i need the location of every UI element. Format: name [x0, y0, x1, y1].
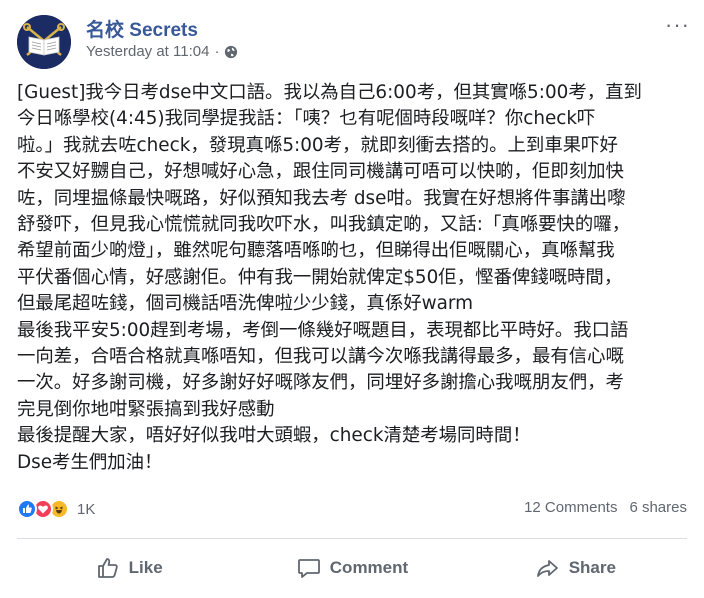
post-text: [Guest]我今日考dse中文口語。我以為自己6:00考，但其實喺5:00考，…: [17, 80, 693, 476]
comment-button[interactable]: Comment: [240, 540, 463, 596]
post-text-line: 希望前面少啲燈」，雖然呢句聽落唔喺啲乜，但睇得出佢嘅關心，真喺幫我: [17, 240, 615, 262]
post-meta: Yesterday at 11:04 ·: [86, 43, 238, 60]
meta-separator: ·: [214, 43, 220, 60]
like-label: Like: [128, 558, 163, 577]
reactions-summary[interactable]: 1K: [17, 496, 95, 522]
page-name-link[interactable]: 名校 Secrets: [86, 15, 198, 42]
post-text-line: 不安又好嬲自己，好想喊好心急，跟住同司機講可唔可以快啲，佢即刻加快: [17, 161, 624, 183]
post-text-line: 平伏番個心情，好感謝佢。仲有我一開始就俾定$50佢，慳番俾錢嘅時間，: [17, 266, 623, 288]
post-text-line: 最後我平安5:00趕到考場，考倒一條幾好嘅題目，表現都比平時好。我口語: [17, 319, 629, 341]
post-text-line: 最後提醒大家，唔好好似我咁大頭蝦，check清楚考場同時間！: [17, 425, 531, 447]
like-button[interactable]: Like: [17, 540, 240, 596]
share-label: Share: [568, 558, 616, 577]
post-text-line: [Guest]我今日考dse中文口語。我以為自己6:00考，但其實喺5:00考，…: [17, 82, 642, 103]
share-button[interactable]: Share: [464, 540, 687, 596]
post-text-line: Dse考生們加油！: [17, 451, 163, 473]
post-actions: Like Comment Share: [17, 540, 687, 596]
comment-bubble-icon: [297, 559, 320, 578]
reaction-count[interactable]: 1K: [77, 501, 95, 518]
globe-icon[interactable]: [224, 45, 238, 59]
post-text-line: 一向差，合唔合格就真喺唔知，但我可以講今次喺我講得最多，最有信心嘅: [17, 346, 624, 368]
post-timestamp[interactable]: Yesterday at 11:04: [86, 43, 209, 60]
post-text-line: 一次。好多謝司機，好多謝好好嘅隊友們，同埋好多謝擔心我嘅朋友們，考: [17, 372, 624, 394]
share-arrow-icon: [536, 560, 558, 577]
actions-divider: [17, 538, 687, 539]
post-text-line: 啦。」我就去咗check，發現真喺5:00考，就即刻衝去搭的。上到車果吓好: [17, 134, 618, 156]
post-text-line: 今日喺學校(4:45)我同學提我話：「咦？乜有呢個時段嘅咩？你check吓: [17, 108, 596, 130]
post-text-line: 完見倒你地咁緊張搞到我好感動: [17, 398, 275, 420]
thumbs-up-icon: [97, 558, 118, 578]
post-text-line: 但最尾超咗錢，個司機話唔洗俾啦少少錢，真係好warm: [17, 293, 474, 315]
page-avatar[interactable]: [17, 15, 71, 69]
comments-count-link[interactable]: 12 Comments: [524, 499, 617, 516]
book-logo-icon: [17, 15, 71, 69]
engagement-stats: 12 Comments 6 shares: [524, 499, 687, 516]
comment-label: Comment: [329, 558, 409, 577]
shares-count-link[interactable]: 6 shares: [629, 499, 687, 516]
more-options-icon[interactable]: ···: [665, 14, 690, 36]
post-text-line: 舒發吓，但見我心慌慌就同我吹吓水，叫我鎮定啲，又話:「真喺要快的囉，: [17, 214, 631, 236]
post-text-line: 咗，同埋揾條最快嘅路，好似預知我去考 dse咁。我實在好想將件事講出嚟: [17, 187, 626, 209]
like-reaction-icon: [17, 499, 37, 519]
facebook-post: 名校 Secrets Yesterday at 11:04 · ··· [Gue…: [0, 0, 704, 598]
